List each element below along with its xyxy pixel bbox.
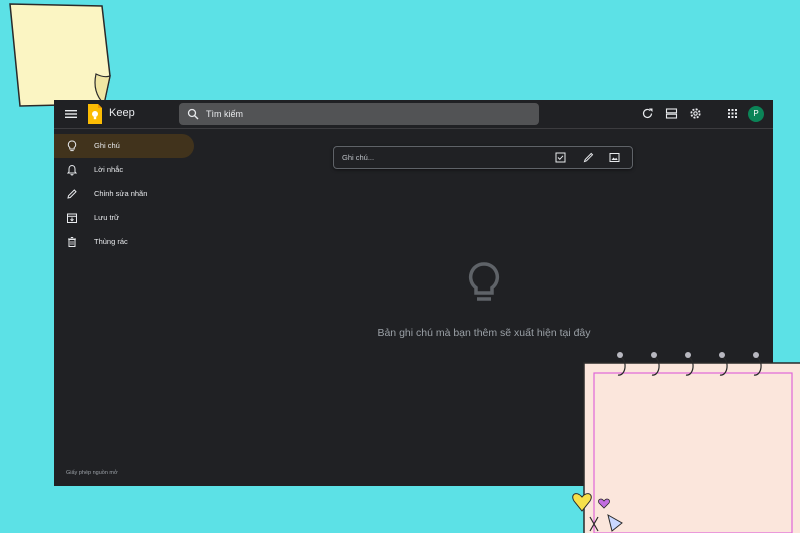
checkbox-list-icon[interactable] — [555, 152, 566, 163]
search-bar[interactable] — [179, 103, 539, 125]
search-input[interactable] — [206, 103, 526, 125]
lightbulb-icon — [468, 262, 500, 301]
bell-icon — [66, 164, 78, 176]
sticky-note-decoration — [9, 3, 111, 107]
sidebar-item-edit-labels[interactable]: Chỉnh sửa nhãn — [54, 182, 194, 206]
pencil-icon — [67, 189, 77, 199]
notebook-decoration — [572, 352, 800, 533]
apps-grid-icon[interactable] — [726, 107, 739, 120]
settings-icon[interactable] — [689, 107, 702, 120]
keep-logo-icon[interactable] — [87, 103, 103, 125]
lightbulb-icon — [67, 140, 77, 152]
sidebar-item-archive[interactable]: Lưu trữ — [54, 206, 194, 230]
list-view-icon[interactable] — [665, 107, 678, 120]
archive-icon — [67, 213, 77, 223]
sidebar-item-notes[interactable]: Ghi chú — [54, 134, 194, 158]
menu-icon[interactable] — [64, 107, 78, 121]
brush-icon[interactable] — [583, 152, 594, 163]
refresh-icon[interactable] — [641, 107, 654, 120]
note-input[interactable] — [342, 147, 542, 168]
search-icon[interactable] — [187, 108, 199, 120]
trash-icon — [68, 237, 76, 247]
sidebar-item-label: Ghi chú — [94, 141, 120, 150]
open-source-license-link[interactable]: Giấy phép nguồn mở — [66, 470, 118, 476]
top-bar: Keep P — [54, 100, 773, 129]
image-icon[interactable] — [609, 152, 620, 163]
sidebar-item-label: Chỉnh sửa nhãn — [94, 189, 148, 198]
sidebar-item-label: Lời nhắc — [94, 165, 124, 174]
avatar[interactable]: P — [748, 106, 764, 122]
sidebar-item-reminders[interactable]: Lời nhắc — [54, 158, 194, 182]
note-composer[interactable] — [333, 146, 633, 169]
sidebar-item-label: Lưu trữ — [94, 213, 120, 222]
sidebar-item-label: Thùng rác — [94, 237, 128, 246]
app-title[interactable]: Keep — [109, 107, 135, 119]
sidebar-item-trash[interactable]: Thùng rác — [54, 230, 194, 254]
empty-state-message: Bản ghi chú mà bạn thêm sẽ xuất hiện tại… — [377, 327, 591, 339]
